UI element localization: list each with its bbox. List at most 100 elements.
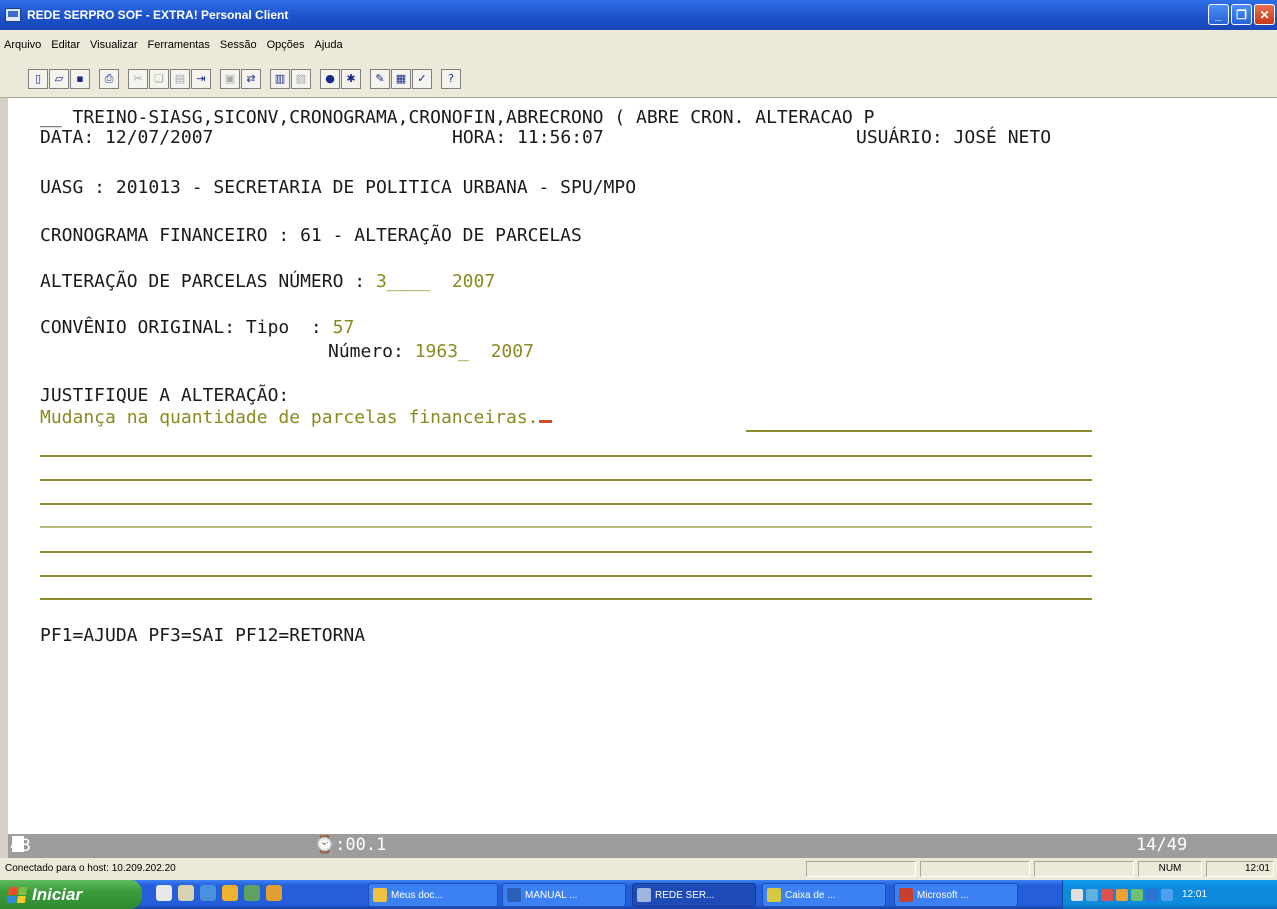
input-underline xyxy=(40,503,1092,505)
paste-special-icon[interactable]: ⇥ xyxy=(191,68,211,89)
num-lock-indicator: NUM xyxy=(1138,861,1202,877)
pf-keys-line: PF1=AJUDA PF3=SAI PF12=RETORNA xyxy=(40,625,366,646)
settings-icon[interactable]: ✓ xyxy=(412,68,432,89)
cronograma-line: CRONOGRAMA FINANCEIRO : 61 - ALTERAÇÃO D… xyxy=(40,225,582,246)
macro-icon[interactable]: ✱ xyxy=(341,68,361,89)
task-label: Caixa de ... xyxy=(785,889,836,901)
alteracao-line: ALTERAÇÃO DE PARCELAS NÚMERO : 3____ 200… xyxy=(40,272,495,292)
taskbar: Iniciar Meus doc... MANUAL ... REDE SER.… xyxy=(0,880,1277,909)
terminal-screen[interactable]: __ TREINO-SIASG,SICONV,CRONOGRAMA,CRONOF… xyxy=(8,98,1277,834)
input-underline xyxy=(40,455,1092,457)
copy-icon[interactable]: ❏ xyxy=(149,68,169,89)
task-caixa-de-entrada[interactable]: Caixa de ... xyxy=(762,883,886,907)
date-field: DATA: 12/07/2007 xyxy=(40,127,214,148)
window-title: REDE SERPRO SOF - EXTRA! Personal Client xyxy=(27,8,289,22)
powerpoint-icon xyxy=(899,888,913,902)
convenio-numero-input[interactable]: 1963_ xyxy=(415,341,469,362)
select-icon[interactable]: ▣ xyxy=(220,68,240,89)
media-icon[interactable] xyxy=(222,885,238,901)
update-tray-icon[interactable] xyxy=(1131,888,1143,901)
new-icon[interactable]: ▯ xyxy=(28,68,48,89)
task-label: Microsoft ... xyxy=(917,889,969,901)
client-status-bar: Conectado para o host: 10.209.202.20 NUM… xyxy=(0,858,1277,880)
paste-icon[interactable]: ▤ xyxy=(170,68,190,89)
status-pane xyxy=(920,861,1030,877)
chart-icon[interactable]: ▦ xyxy=(391,68,411,89)
toolbar: ▯ ▱ ▪ ⎙ ✂ ❏ ▤ ⇥ ▣ ⇄ ▥ ▧ ● ✱ ✎ ▦ ✓ ? xyxy=(0,60,1277,98)
mail-tray-icon[interactable] xyxy=(1071,888,1083,901)
connection-status: Conectado para o host: 10.209.202.20 xyxy=(5,863,176,874)
menu-ajuda[interactable]: Ajuda xyxy=(315,39,343,51)
alteracao-ano: 2007 xyxy=(451,271,496,292)
maximize-button[interactable]: ❐ xyxy=(1231,4,1252,25)
quick-launch xyxy=(156,885,282,901)
convenio-label: CONVÊNIO ORIGINAL: Tipo : xyxy=(40,317,333,338)
menu-visualizar[interactable]: Visualizar xyxy=(90,39,138,51)
menu-ferramentas[interactable]: Ferramentas xyxy=(148,39,210,51)
ie-icon[interactable] xyxy=(156,885,172,901)
status-pane xyxy=(806,861,916,877)
desktop-icon[interactable] xyxy=(178,885,194,901)
client-time: 12:01 xyxy=(1206,861,1274,877)
volume-tray-icon[interactable] xyxy=(1116,888,1128,901)
terminal-icon xyxy=(637,888,651,902)
menu-opcoes[interactable]: Opções xyxy=(267,39,305,51)
convenio-ano: 2007 xyxy=(490,341,534,362)
messenger-tray-icon[interactable] xyxy=(1161,888,1173,901)
input-underline xyxy=(746,430,1092,432)
system-tray: 12:01 xyxy=(1062,880,1277,909)
task-microsoft[interactable]: Microsoft ... xyxy=(894,883,1018,907)
input-underline xyxy=(40,598,1092,600)
task-label: Meus doc... xyxy=(391,889,443,901)
task-manual[interactable]: MANUAL ... xyxy=(502,883,626,907)
capture-icon[interactable]: ▥ xyxy=(270,68,290,89)
record-icon[interactable]: ● xyxy=(320,68,340,89)
text-cursor xyxy=(538,420,552,423)
numero-label: Número: xyxy=(328,341,415,362)
word-icon xyxy=(507,888,521,902)
time-field: HORA: 11:56:07 xyxy=(452,127,604,148)
close-button[interactable]: ✕ xyxy=(1254,4,1275,25)
app-icon[interactable] xyxy=(244,885,260,901)
response-timer: ⌚:00.1 xyxy=(314,835,387,855)
app-icon xyxy=(5,8,21,22)
header-line: __ TREINO-SIASG,SICONV,CRONOGRAMA,CRONOF… xyxy=(40,107,875,128)
transfer-icon[interactable]: ⇄ xyxy=(241,68,261,89)
task-rede-serpro[interactable]: REDE SER... xyxy=(632,883,756,907)
security-tray-icon[interactable] xyxy=(1101,888,1113,901)
convenio-tipo-input[interactable]: 57 xyxy=(333,317,355,338)
connection-tray-icon[interactable] xyxy=(1146,888,1158,901)
browser-icon[interactable] xyxy=(200,885,216,901)
task-label: REDE SER... xyxy=(655,889,715,901)
title-bar: REDE SERPRO SOF - EXTRA! Personal Client… xyxy=(0,0,1277,30)
start-button[interactable]: Iniciar xyxy=(0,880,142,909)
help-icon[interactable]: ? xyxy=(441,68,461,89)
windows-logo-icon xyxy=(6,886,28,903)
edit-icon[interactable]: ✎ xyxy=(370,68,390,89)
save-icon[interactable]: ▪ xyxy=(70,68,90,89)
cursor-position: 14/49 xyxy=(1136,835,1188,855)
input-underline xyxy=(40,575,1092,577)
justificativa-input[interactable]: Mudança na quantidade de parcelas financ… xyxy=(40,408,552,428)
input-underline xyxy=(40,479,1092,481)
open-icon[interactable]: ▱ xyxy=(49,68,69,89)
menu-arquivo[interactable]: Arquivo xyxy=(4,39,41,51)
minimize-button[interactable]: _ xyxy=(1208,4,1229,25)
task-meus-documentos[interactable]: Meus doc... xyxy=(368,883,498,907)
alteracao-numero-input[interactable]: 3____ xyxy=(376,271,430,292)
status-pane xyxy=(1034,861,1134,877)
start-label: Iniciar xyxy=(32,884,83,904)
input-underline xyxy=(40,526,1092,528)
tray-clock[interactable]: 12:01 xyxy=(1182,889,1207,900)
disabled-icon[interactable]: ▧ xyxy=(291,68,311,89)
network-tray-icon[interactable] xyxy=(1086,888,1098,901)
cut-icon[interactable]: ✂ xyxy=(128,68,148,89)
menu-bar: Arquivo Editar Visualizar Ferramentas Se… xyxy=(0,30,1277,60)
justificativa-text: Mudança na quantidade de parcelas financ… xyxy=(40,407,539,428)
messenger-icon[interactable] xyxy=(266,885,282,901)
print-icon[interactable]: ⎙ xyxy=(99,68,119,89)
menu-sessao[interactable]: Sessão xyxy=(220,39,257,51)
menu-editar[interactable]: Editar xyxy=(51,39,80,51)
mail-icon xyxy=(767,888,781,902)
task-label: MANUAL ... xyxy=(525,889,578,901)
